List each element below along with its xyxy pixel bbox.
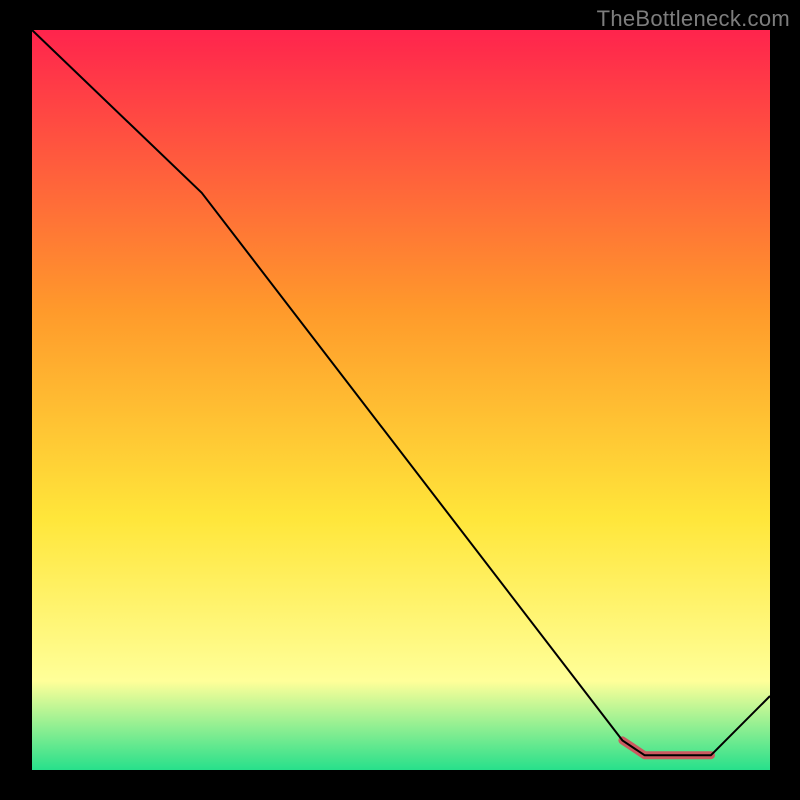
chart-container: TheBottleneck.com	[0, 0, 800, 800]
plot-background	[32, 30, 770, 770]
chart-svg	[0, 0, 800, 800]
watermark-text: TheBottleneck.com	[597, 6, 790, 32]
